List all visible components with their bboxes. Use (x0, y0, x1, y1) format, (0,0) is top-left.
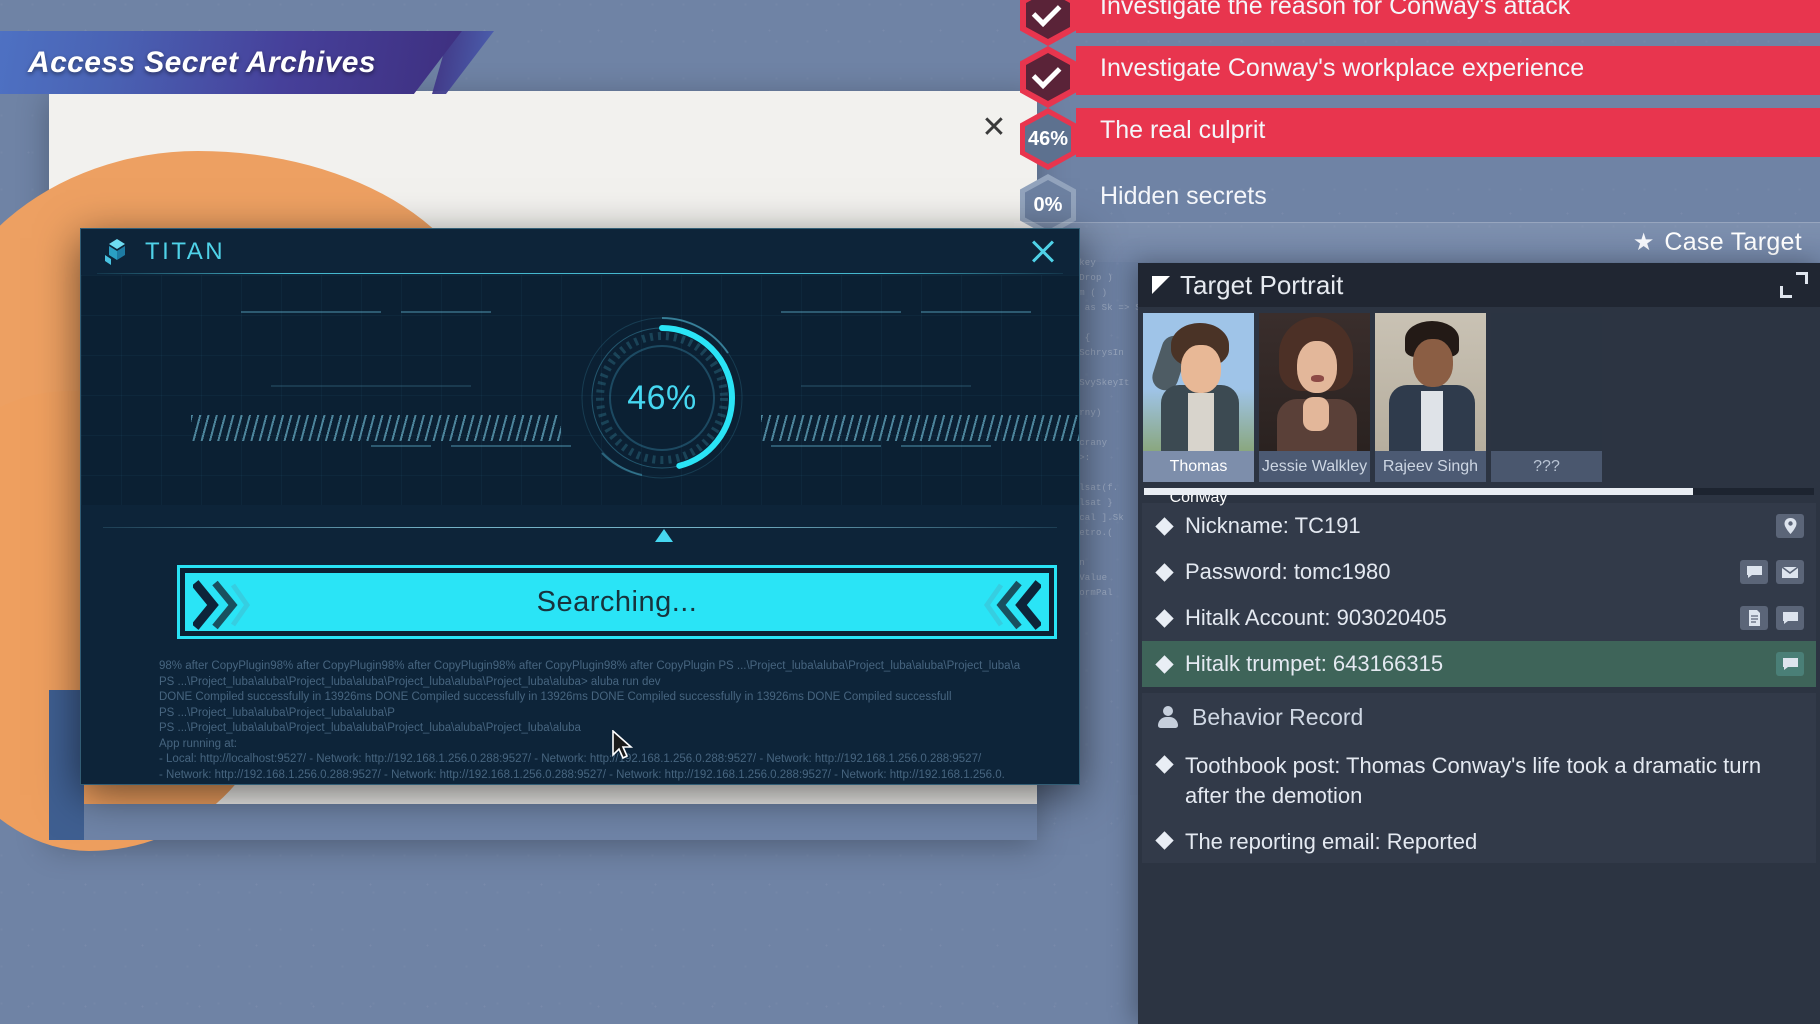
portrait-card-rajeev[interactable]: Rajeev Singh (1375, 313, 1486, 482)
info-label: Hitalk Account: 903020405 (1185, 605, 1726, 631)
behavior-label: Toothbook post: Thomas Conway's life too… (1185, 751, 1802, 811)
document-icon[interactable] (1740, 606, 1768, 630)
portrait-name: Thomas Conway (1143, 451, 1254, 482)
objective-label: The real culprit (1076, 108, 1820, 157)
portrait-name: Jessie Walkley (1259, 451, 1370, 482)
hud-tick-marks-left (191, 415, 561, 441)
avatar (1375, 313, 1486, 451)
hud-tick-marks-right (761, 415, 1079, 441)
behavior-item[interactable]: Toothbook post: Thomas Conway's life too… (1142, 741, 1816, 817)
objective-list: Investigate the reason for Conway's atta… (1014, 0, 1820, 236)
info-row-hitalk-account[interactable]: Hitalk Account: 903020405 (1142, 595, 1816, 641)
portrait-card-unknown[interactable]: ??? (1491, 313, 1602, 482)
objective-item[interactable]: Investigate Conway's workplace experienc… (1014, 46, 1820, 108)
console-line: PS ...\Project_luba\aluba\Project_luba\a… (159, 675, 1067, 691)
hud-visualization: 46% (81, 275, 1079, 505)
case-target-label: Case Target (1664, 228, 1802, 257)
target-info-list: Nickname: TC191 Password: tomc1980 (1142, 503, 1816, 687)
behavior-record-title: Behavior Record (1192, 704, 1363, 731)
avatar-unknown (1491, 313, 1602, 451)
progress-ring: 46% (577, 313, 747, 483)
titan-header: TITAN (81, 229, 1079, 275)
corner-marker-icon (1152, 276, 1170, 294)
mouse-cursor (612, 730, 634, 762)
bullet-icon (1155, 655, 1173, 673)
divider-marker-icon (655, 529, 673, 542)
behavior-record-header: Behavior Record (1142, 693, 1816, 741)
person-icon (1158, 706, 1178, 728)
search-progress-bar: Searching... (177, 565, 1057, 639)
location-icon[interactable] (1776, 514, 1804, 538)
bullet-icon (1155, 609, 1173, 627)
page-title: Access Secret Archives (0, 31, 462, 94)
info-row-nickname[interactable]: Nickname: TC191 (1142, 503, 1816, 549)
decorative-strip-left (49, 690, 84, 840)
objective-label: Investigate the reason for Conway's atta… (1076, 0, 1820, 33)
portrait-gallery: Thomas Conway Jessie Walkley Rajeev Sing… (1138, 307, 1820, 482)
dossier-title: Target Portrait (1180, 270, 1343, 301)
bullet-icon (1155, 831, 1173, 849)
console-line: - Network: http://192.168.1.256.0.288:95… (159, 768, 1067, 784)
info-row-password[interactable]: Password: tomc1980 (1142, 549, 1816, 595)
progress-percent: 46% (577, 313, 747, 483)
bullet-icon (1155, 517, 1173, 535)
expand-icon[interactable] (1780, 272, 1808, 298)
target-dossier-panel: Target Portrait Thomas Conway Jessie Wal… (1138, 263, 1820, 1024)
portrait-card-jessie[interactable]: Jessie Walkley (1259, 313, 1370, 482)
titan-app-name: TITAN (145, 238, 225, 266)
portrait-name: Rajeev Singh (1375, 451, 1486, 482)
console-line: 98% after CopyPlugin98% after CopyPlugin… (159, 659, 1067, 675)
game-screen: ✕ @Bean Skeyscr: : Drop )SkeyItem ( )ske… (0, 0, 1820, 1024)
chat-icon[interactable] (1776, 652, 1804, 676)
objective-item[interactable]: 46% The real culprit (1014, 108, 1820, 170)
mail-icon[interactable] (1776, 560, 1804, 584)
chat-icon[interactable] (1776, 606, 1804, 630)
chevron-double-right-icon (193, 579, 255, 631)
console-line: PS ...\Project_luba\aluba\Project_luba\a… (159, 706, 1067, 722)
objective-item[interactable]: Investigate the reason for Conway's atta… (1014, 0, 1820, 46)
objective-status-icon (1020, 0, 1076, 46)
section-divider (103, 527, 1057, 528)
status-text: Searching... (537, 586, 698, 619)
objective-percent: 46% (1028, 128, 1068, 151)
titan-dialog: TITAN (80, 228, 1080, 785)
close-icon[interactable]: ✕ (973, 107, 1015, 149)
objective-label: Hidden secrets (1076, 174, 1820, 223)
close-icon[interactable] (1027, 235, 1059, 267)
titan-cube-icon (101, 237, 133, 267)
dossier-header: Target Portrait (1138, 263, 1820, 307)
case-target-bar: ★ Case Target (1014, 222, 1820, 262)
console-log: 98% after CopyPlugin98% after CopyPlugin… (81, 649, 1079, 784)
star-icon: ★ (1633, 228, 1655, 257)
console-line: DONE Compiled successfully in 13926ms DO… (159, 690, 1067, 706)
decorative-strip-bottom (49, 804, 1037, 840)
info-row-hitalk-trumpet[interactable]: Hitalk trumpet: 643166315 (1142, 641, 1816, 687)
bullet-icon (1155, 755, 1173, 773)
avatar (1143, 313, 1254, 451)
header-divider (97, 273, 1063, 274)
behavior-item[interactable]: The reporting email: Reported (1142, 817, 1816, 863)
objective-label: Investigate Conway's workplace experienc… (1076, 46, 1820, 95)
info-label: Password: tomc1980 (1185, 559, 1726, 585)
console-line: Note that the development build is not o… (159, 783, 1067, 784)
search-progress-fill: Searching... (185, 573, 1049, 631)
portrait-card-thomas[interactable]: Thomas Conway (1143, 313, 1254, 482)
objective-progress-badge: 46% (1020, 108, 1076, 170)
chat-icon[interactable] (1740, 560, 1768, 584)
bullet-icon (1155, 563, 1173, 581)
page-title-text: Access Secret Archives (28, 46, 376, 80)
behavior-label: The reporting email: Reported (1185, 827, 1477, 857)
avatar (1259, 313, 1370, 451)
info-label: Nickname: TC191 (1185, 513, 1762, 539)
chevron-double-left-icon (979, 579, 1041, 631)
objective-status-icon (1020, 46, 1076, 108)
portrait-scrollbar[interactable] (1144, 488, 1814, 495)
info-label: Hitalk trumpet: 643166315 (1185, 651, 1762, 677)
portrait-name: ??? (1491, 451, 1602, 482)
objective-percent: 0% (1034, 194, 1063, 217)
